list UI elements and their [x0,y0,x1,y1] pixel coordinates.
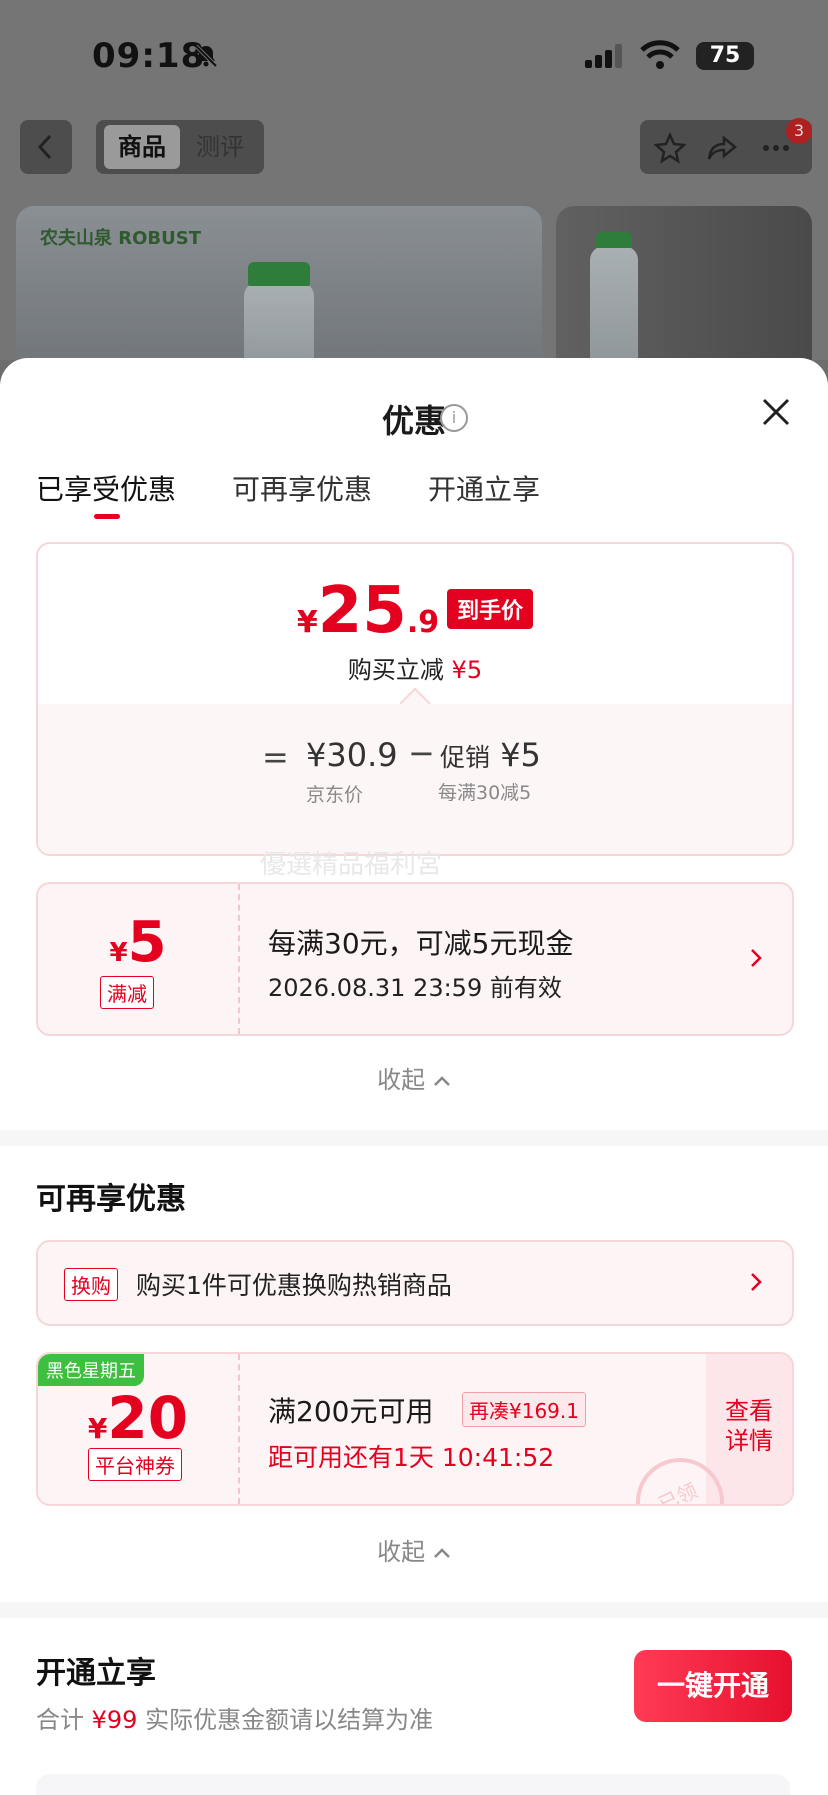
bottle-cap [596,232,632,248]
coupon-countdown: 距可用还有1天 10:41:52 [268,1443,555,1472]
equals-sign: = [262,738,289,776]
tab-enjoyed[interactable]: 已享受优惠 [36,468,176,508]
sheet-title: 优惠 [381,402,446,440]
coupon-type-tag: 平台神券 [88,1448,182,1481]
section-divider [0,1130,828,1146]
tab-more-discounts[interactable]: 可再享优惠 [232,468,372,508]
price-breakdown [38,704,792,854]
platform-coupon[interactable]: 黑色星期五 ¥20 平台神券 满200元可用 再凑¥169.1 距可用还有1天 … [36,1352,794,1506]
status-time: 09:18 [92,36,206,76]
next-card-peek [36,1774,790,1795]
final-price-tag: 到手价 [447,589,534,629]
promo-rule: 每满30减5 [438,782,532,804]
more-discounts-title: 可再享优惠 [36,1182,186,1217]
tab-product[interactable]: 商品 [104,125,180,169]
tab-review[interactable]: 测评 [182,125,258,169]
coupon-title: 每满30元，可减5元现金 [268,927,574,960]
exchange-tag: 换购 [64,1268,118,1301]
bottle-image [590,246,638,376]
black-friday-badge: 黑色星期五 [38,1354,144,1386]
notification-badge: 3 [786,118,812,144]
section-divider [0,1602,828,1618]
collapse-button[interactable]: 收起 [0,1532,828,1567]
jd-price: ¥30.9 [306,736,398,774]
star-icon[interactable] [654,132,686,164]
coupon-validity: 2026.08.31 23:59 前有效 [268,974,562,1002]
coupon-type-tag: 满减 [100,976,154,1009]
chevron-right-icon [751,949,762,967]
discount-sheet: 优惠 i 已享受优惠 可再享优惠 开通立享 ¥25.9 到手价 购买立减 ¥5 =… [0,358,828,1795]
mute-bell-icon [194,44,218,68]
open-membership-summary: 合计 ¥99 实际优惠金额请以结算为准 [36,1706,434,1734]
tab-open-membership[interactable]: 开通立享 [428,468,540,508]
bottle-cap [248,262,310,286]
watermark: 優選精品福利宮 [260,850,443,880]
promo-discount: 促销 ¥5 [440,736,541,774]
chevron-up-icon [433,1548,450,1558]
battery-indicator: 75 [696,42,754,70]
jd-price-label: 京东价 [306,784,364,806]
price-summary-card: ¥25.9 到手价 购买立减 ¥5 = ¥30.9 京东价 − 促销 ¥5 每满3… [36,542,794,856]
close-icon[interactable] [758,394,794,430]
collapse-button[interactable]: 收起 [0,1060,828,1095]
coupon-amount: ¥5 [109,910,167,975]
wifi-icon [640,40,680,69]
brand-logo: 农夫山泉 ROBUST [40,228,202,249]
one-click-open-button[interactable]: 一键开通 [634,1650,792,1722]
exchange-text: 购买1件可优惠换购热销商品 [136,1271,452,1300]
product-image-secondary [556,206,812,376]
share-icon[interactable] [706,132,738,164]
chevron-right-icon [751,1273,762,1291]
coupon-amount: ¥20 [87,1384,189,1452]
minus-sign: − [408,734,435,772]
exchange-offer[interactable]: 换购 购买1件可优惠换购热销商品 [36,1240,794,1326]
coupon-condition: 满200元可用 [268,1395,434,1428]
signal-icon [585,44,625,68]
chevron-left-icon [37,134,52,160]
open-membership-title: 开通立享 [36,1656,156,1691]
instant-discount: 购买立减 ¥5 [347,656,483,684]
status-bar: 09:18 75 [0,0,828,110]
amount-needed-tag: 再凑¥169.1 [462,1392,586,1427]
discount-coupon[interactable]: ¥5 满减 每满30元，可减5元现金 2026.08.31 23:59 前有效 [36,882,794,1036]
active-tab-indicator [94,514,120,519]
chevron-up-icon [433,1076,450,1086]
back-button[interactable] [20,120,72,174]
final-price: ¥25.9 到手价 [38,574,792,648]
product-image-main: 农夫山泉 ROBUST [16,206,542,376]
info-icon[interactable]: i [440,404,468,432]
